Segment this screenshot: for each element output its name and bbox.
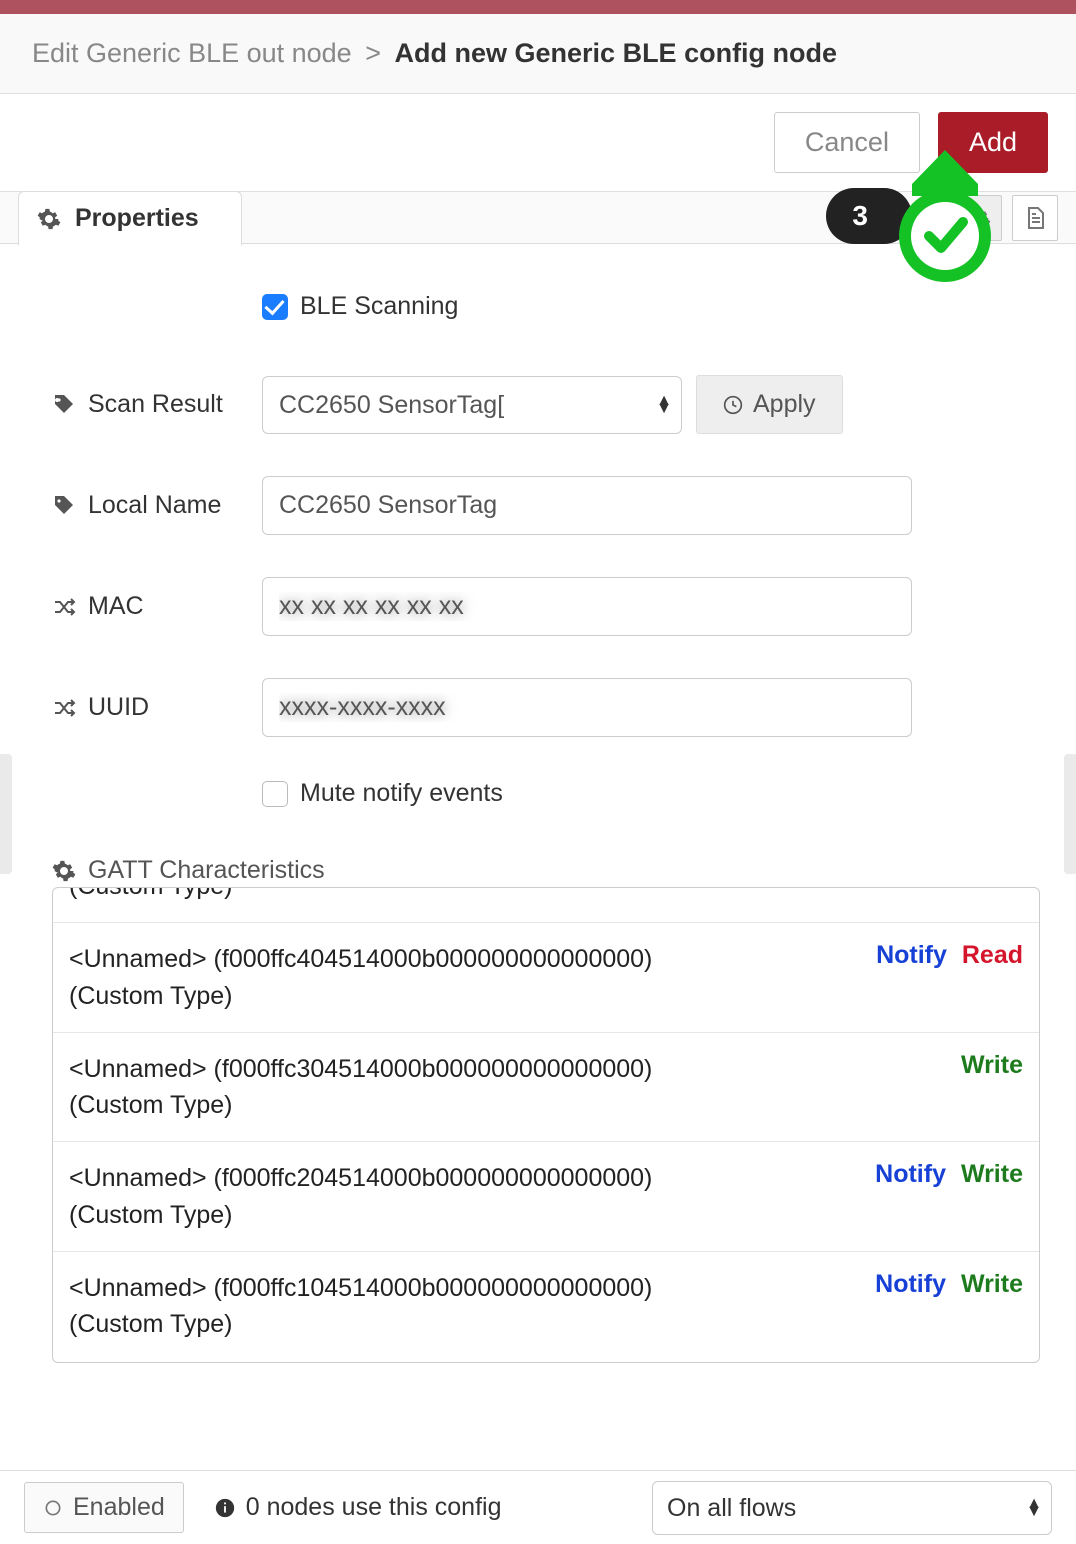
ble-scanning-label: BLE Scanning xyxy=(300,292,458,321)
gatt-item-text: <Unnamed> (f000ffc404514000b000000000000… xyxy=(69,941,652,1014)
shuffle-icon xyxy=(52,595,76,619)
tag-icon xyxy=(52,494,76,518)
gatt-op-write: Write xyxy=(961,1270,1023,1298)
checkbox-unchecked-icon xyxy=(262,781,288,807)
gatt-op-write: Write xyxy=(961,1051,1023,1079)
gear-icon xyxy=(37,207,61,231)
gatt-item-text: (Custom Type) xyxy=(69,887,232,904)
local-name-input[interactable] xyxy=(262,476,912,535)
mute-notify-label: Mute notify events xyxy=(300,779,503,808)
scope-select[interactable]: On all flows xyxy=(652,1481,1052,1535)
tab-properties-label: Properties xyxy=(75,204,199,233)
usage-text: 0 nodes use this config xyxy=(214,1493,502,1522)
mac-label: MAC xyxy=(88,592,144,621)
apply-icon xyxy=(723,395,743,415)
uuid-input[interactable] xyxy=(262,678,912,737)
gatt-item[interactable]: <Unnamed> (f000ffc304514000b000000000000… xyxy=(53,1033,1039,1143)
gatt-item-text: <Unnamed> (f000ffc304514000b000000000000… xyxy=(69,1051,652,1124)
shuffle-icon xyxy=(52,696,76,720)
gatt-op-write: Write xyxy=(961,1160,1023,1188)
info-icon xyxy=(214,1497,236,1519)
mute-notify-toggle[interactable]: Mute notify events xyxy=(262,779,503,808)
apply-button-label: Apply xyxy=(753,390,816,419)
ble-scanning-toggle[interactable]: BLE Scanning xyxy=(262,292,458,321)
gatt-op-read: Read xyxy=(962,941,1023,969)
breadcrumb-parent[interactable]: Edit Generic BLE out node xyxy=(32,38,352,68)
breadcrumb-current: Add new Generic BLE config node xyxy=(395,38,838,68)
footer-bar: Enabled 0 nodes use this config On all f… xyxy=(0,1470,1076,1544)
breadcrumb-sep: > xyxy=(365,38,381,68)
form: BLE Scanning Scan Result CC2650 SensorTa… xyxy=(0,244,1076,1436)
gear-icon xyxy=(52,859,76,883)
document-icon xyxy=(1023,206,1047,230)
gatt-op-notify: Notify xyxy=(875,1270,946,1298)
gatt-list[interactable]: (Custom Type) <Unnamed> (f000ffc404514000… xyxy=(52,887,1040,1363)
gatt-section-title: GATT Characteristics xyxy=(52,856,1040,885)
apply-button[interactable]: Apply xyxy=(696,375,843,434)
breadcrumb: Edit Generic BLE out node > Add new Gene… xyxy=(0,14,1076,94)
scan-result-select[interactable]: CC2650 SensorTag[ xyxy=(262,376,682,434)
enabled-toggle[interactable]: Enabled xyxy=(24,1482,184,1533)
step-callout-check xyxy=(892,150,998,284)
gatt-item-ops: Notify Read xyxy=(876,941,1023,1014)
circle-icon xyxy=(43,1498,63,1518)
usage-label: 0 nodes use this config xyxy=(246,1493,502,1522)
gatt-item[interactable]: <Unnamed> (f000ffc404514000b000000000000… xyxy=(53,923,1039,1033)
local-name-label: Local Name xyxy=(88,491,221,520)
gatt-op-notify: Notify xyxy=(876,941,947,969)
gatt-item[interactable]: <Unnamed> (f000ffc104514000b000000000000… xyxy=(53,1252,1039,1361)
enabled-label: Enabled xyxy=(73,1493,165,1522)
gatt-item-text: <Unnamed> (f000ffc204514000b000000000000… xyxy=(69,1160,652,1233)
tag-icon xyxy=(52,393,76,417)
tab-properties[interactable]: Properties xyxy=(18,191,242,246)
scroll-affordance-right[interactable] xyxy=(1064,754,1076,874)
gatt-item-ops: Notify Write xyxy=(875,1160,1023,1233)
mac-input[interactable] xyxy=(262,577,912,636)
gatt-item-ops: Notify Write xyxy=(875,1270,1023,1343)
gatt-item[interactable]: (Custom Type) xyxy=(53,887,1039,923)
gatt-section-label: GATT Characteristics xyxy=(88,856,325,885)
scroll-affordance-left[interactable] xyxy=(0,754,12,874)
uuid-label: UUID xyxy=(88,693,149,722)
app-topbar xyxy=(0,0,1076,14)
gatt-op-notify: Notify xyxy=(875,1160,946,1188)
gatt-item-ops: Write xyxy=(961,1051,1023,1124)
tab-row: Properties 3 xyxy=(0,192,1076,244)
gatt-item[interactable]: <Unnamed> (f000ffc204514000b000000000000… xyxy=(53,1142,1039,1252)
gatt-item-text: <Unnamed> (f000ffc104514000b000000000000… xyxy=(69,1270,652,1343)
checkbox-checked-icon xyxy=(262,294,288,320)
scan-result-label: Scan Result xyxy=(88,390,223,419)
node-docs-button[interactable] xyxy=(1012,195,1058,241)
